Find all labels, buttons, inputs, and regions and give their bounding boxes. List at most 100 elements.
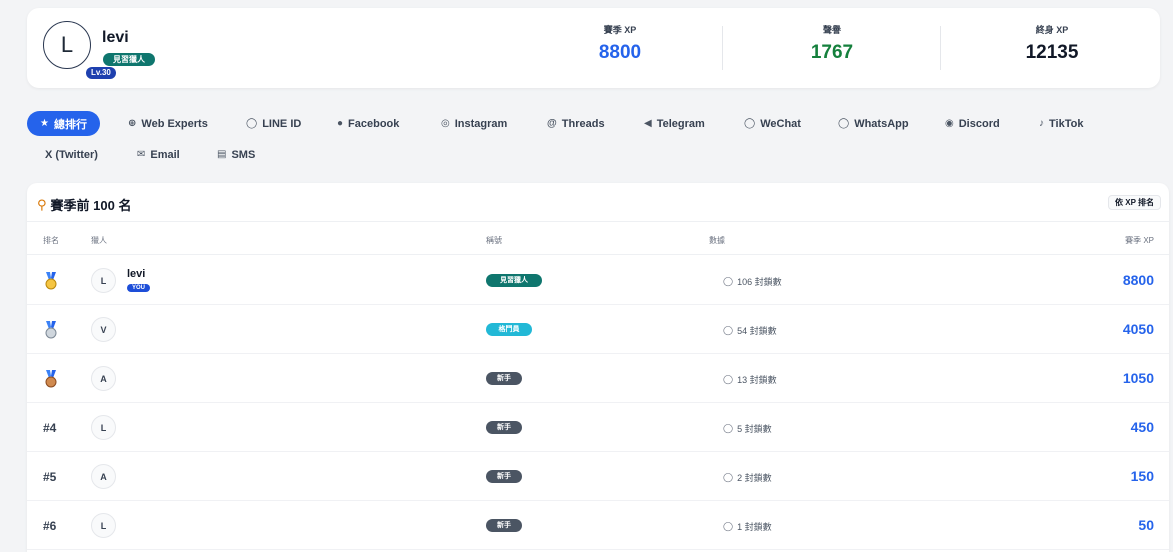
season-xp-value: 150 [1130,468,1154,484]
season-xp-value: 4050 [1122,321,1154,337]
tab-overall[interactable]: ★ 總排行 [27,111,100,136]
shield-icon: ◯ [723,521,734,531]
tab-label: Web Experts [141,117,208,130]
player-name[interactable]: levi [127,268,145,280]
block-count: 5 封鎖數 [737,424,772,434]
table-row[interactable]: #4 L 新手 ◯ 5 封鎖數 450 [27,403,1169,452]
you-badge: YOU [127,284,151,292]
rank-number: #6 [43,519,57,533]
block-count: 54 封鎖數 [737,326,777,336]
table-row[interactable]: #6 L 新手 ◯ 1 封鎖數 50 [27,501,1169,550]
block-count: 106 封鎖數 [737,277,782,287]
board-title: ⚲ 賽季前 100 名 [37,195,131,214]
title-badge: 新手 [486,421,522,434]
wechat-icon: ◯ [744,118,756,129]
avatar[interactable]: L [43,21,91,69]
tab-whatsapp[interactable]: ◯ WhatsApp [838,111,909,136]
block-count: 13 封鎖數 [737,375,777,385]
tab-label: WeChat [760,117,801,130]
title-badge: 新手 [486,372,522,385]
season-xp-value: 450 [1130,419,1154,435]
stat-reputation: 聲譽 1767 [732,23,932,64]
tab-x-twitter[interactable]: X (Twitter) [45,142,98,167]
table-row[interactable]: #5 A 新手 ◯ 2 封鎖數 150 [27,452,1169,501]
tab-label: LINE ID [262,117,302,130]
title-badge: 格鬥員 [486,323,532,336]
tab-label: Email [150,148,180,161]
table-row[interactable]: A 新手 ◯ 13 封鎖數 1050 [27,354,1169,403]
tab-discord[interactable]: ◉ Discord [945,111,1000,136]
tab-sms[interactable]: ▤ SMS [217,142,255,167]
table-header: 排名 獵人 稱號 數據 賽季 XP [27,221,1169,255]
mail-icon: ✉ [137,149,146,160]
table-row[interactable]: V 格鬥員 ◯ 54 封鎖數 4050 [27,305,1169,354]
threads-icon: @ [547,118,557,129]
stat-lifetime-xp: 終身 XP 12135 [952,23,1152,64]
tab-label: Facebook [348,117,400,130]
tab-label: Threads [561,117,605,130]
divider [940,26,941,70]
header-season-xp: 賽季 XP [1125,236,1154,245]
tab-tiktok[interactable]: ♪ TikTok [1039,111,1083,136]
tab-label: WhatsApp [854,117,909,130]
leaderboard-card: ⚲ 賽季前 100 名 依 XP 排名 排名 獵人 稱號 數據 賽季 XP Ll… [27,183,1169,552]
avatar[interactable]: V [91,317,116,342]
trophy-icon: ⚲ [37,196,47,212]
season-xp-value: 1050 [1122,370,1154,386]
instagram-icon: ◎ [441,118,450,129]
tab-line-id[interactable]: ◯ LINE ID [246,111,301,136]
tab-label: Instagram [454,117,508,130]
profile-username: levi [102,29,129,46]
block-count: 1 封鎖數 [737,522,772,532]
tab-telegram[interactable]: ◀ Telegram [644,111,705,136]
board-title-text: 賽季前 100 名 [50,198,132,213]
avatar[interactable]: L [91,415,116,440]
stat-label: 聲譽 [822,25,841,35]
data-cell: ◯ 106 封鎖數 [723,275,782,288]
shield-icon: ◯ [723,325,734,335]
avatar[interactable]: A [91,366,116,391]
avatar[interactable]: L [91,268,116,293]
whatsapp-icon: ◯ [838,118,850,129]
title-badge: 見習獵人 [103,53,155,66]
title-badge: 新手 [486,519,522,532]
medal-icon [45,272,57,290]
header-rank: 排名 [43,236,59,245]
rank-number: #4 [43,421,57,435]
medal-icon [45,321,57,339]
shield-icon: ◯ [723,276,734,286]
stat-label: 賽季 XP [603,25,637,35]
divider [722,26,723,70]
shield-icon: ◯ [723,374,734,384]
level-badge: Lv.30 [86,67,116,79]
tab-label: 總排行 [53,118,87,131]
tab-web-experts[interactable]: ⊕ Web Experts [128,111,208,136]
stat-value: 1767 [810,42,854,63]
tab-facebook[interactable]: ● Facebook [337,111,399,136]
data-cell: ◯ 54 封鎖數 [723,324,777,337]
sms-icon: ▤ [217,149,227,160]
avatar[interactable]: L [91,513,116,538]
tab-email[interactable]: ✉ Email [137,142,180,167]
shield-icon: ◯ [723,472,734,482]
chat-bubble-icon: ◯ [246,118,258,129]
facebook-icon: ● [337,118,344,129]
tab-label: Telegram [656,117,705,130]
tab-label: SMS [231,148,256,161]
avatar[interactable]: A [91,464,116,489]
data-cell: ◯ 5 封鎖數 [723,422,772,435]
title-badge: 新手 [486,470,522,483]
globe-icon: ⊕ [128,118,137,129]
title-badge: 見習獵人 [486,274,542,287]
tab-wechat[interactable]: ◯ WeChat [744,111,801,136]
profile-card: L Lv.30 levi 見習獵人 賽季 XP 8800 聲譽 1767 終身 … [27,8,1160,88]
sort-by-xp-button[interactable]: 依 XP 排名 [1108,195,1161,210]
trophy-icon: ★ [40,118,49,129]
season-xp-value: 8800 [1122,272,1154,288]
data-cell: ◯ 1 封鎖數 [723,520,772,533]
header-title: 稱號 [486,236,502,245]
tab-instagram[interactable]: ◎ Instagram [441,111,507,136]
tab-threads[interactable]: @ Threads [547,111,605,136]
data-cell: ◯ 13 封鎖數 [723,373,777,386]
table-row[interactable]: Llevi YOU 見習獵人 ◯ 106 封鎖數 8800 [27,256,1169,305]
